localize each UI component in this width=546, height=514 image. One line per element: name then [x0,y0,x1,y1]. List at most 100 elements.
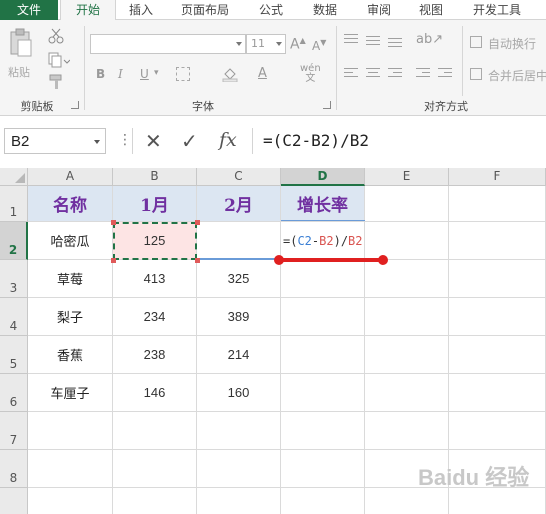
cell-b4[interactable]: 234 [113,298,197,336]
cell-c8[interactable] [197,450,281,488]
cell-b5[interactable]: 238 [113,336,197,374]
column-header-b[interactable]: B [113,168,197,186]
tab-file[interactable]: 文件 [0,0,58,20]
cell-c2[interactable] [197,222,281,260]
cell-d4[interactable] [281,298,365,336]
align-center-icon[interactable] [366,68,380,80]
tab-page-layout[interactable]: 页面布局 [172,0,238,20]
range-handle[interactable] [111,220,116,225]
merge-center-button[interactable]: 合并后居中 [470,66,546,84]
cell-c7[interactable] [197,412,281,450]
row-header-2[interactable]: 2 [0,222,28,260]
cell-b7[interactable] [113,412,197,450]
cell-d8[interactable] [281,450,365,488]
tab-developer[interactable]: 开发工具 [462,0,532,20]
row-header-1[interactable]: 1 [0,186,28,222]
bold-button[interactable]: B [96,67,105,81]
range-handle[interactable] [111,258,116,263]
cell-e2[interactable] [365,222,449,260]
borders-icon[interactable] [176,67,190,81]
cell-a6[interactable]: 车厘子 [28,374,113,412]
row-header-6[interactable]: 6 [0,374,28,412]
row-header-5[interactable]: 5 [0,336,28,374]
cell-d5[interactable] [281,336,365,374]
cell-d3[interactable] [281,260,365,298]
tab-insert[interactable]: 插入 [118,0,164,20]
cell-c6[interactable]: 160 [197,374,281,412]
cell-e3[interactable] [365,260,449,298]
row-header-4[interactable]: 4 [0,298,28,336]
clipboard-launcher-icon[interactable] [71,101,79,109]
tab-home[interactable]: 开始 [60,0,116,21]
insert-function-icon[interactable]: fx [219,129,237,151]
cell-f2[interactable] [449,222,546,260]
decrease-indent-icon[interactable] [416,68,430,80]
column-header-a[interactable]: A [28,168,113,186]
cell-e7[interactable] [365,412,449,450]
cell-f3[interactable] [449,260,546,298]
cell-c1[interactable]: 2月 [197,186,281,222]
column-header-f[interactable]: F [449,168,546,186]
cell-b9[interactable] [113,488,197,514]
cancel-icon[interactable]: ✕ [145,129,162,153]
chevron-down-icon[interactable]: ▾ [154,68,159,78]
chevron-down-icon[interactable] [94,140,100,144]
tab-data[interactable]: 数据 [302,0,348,20]
row-header-3[interactable]: 3 [0,260,28,298]
cell-d9[interactable] [281,488,365,514]
phonetic-button[interactable]: wén 文 [300,64,321,84]
cell-a5[interactable]: 香蕉 [28,336,113,374]
cell-c9[interactable] [197,488,281,514]
italic-button[interactable]: I [118,67,123,81]
font-name-combo[interactable] [90,34,246,54]
column-header-d[interactable]: D [281,168,365,186]
fill-color-icon[interactable] [222,66,238,83]
cell-a1[interactable]: 名称 [28,186,113,222]
format-painter-icon[interactable] [48,74,64,90]
row-header-7[interactable]: 7 [0,412,28,450]
cell-f6[interactable] [449,374,546,412]
cell-e6[interactable] [365,374,449,412]
cell-b6[interactable]: 146 [113,374,197,412]
cell-a8[interactable] [28,450,113,488]
font-launcher-icon[interactable] [323,101,331,109]
more-icon[interactable]: ⋮ [118,132,132,148]
cell-c4[interactable]: 389 [197,298,281,336]
cell-a3[interactable]: 草莓 [28,260,113,298]
cell-d2-editing[interactable]: =(C2- B2)/B2 [281,222,365,260]
copy-icon[interactable] [48,52,70,68]
cell-f5[interactable] [449,336,546,374]
align-bottom-icon[interactable] [388,34,402,47]
tab-view[interactable]: 视图 [408,0,454,20]
select-all-button[interactable] [0,168,28,186]
cell-b3[interactable]: 413 [113,260,197,298]
cell-d7[interactable] [281,412,365,450]
cell-d6[interactable] [281,374,365,412]
cell-a7[interactable] [28,412,113,450]
cell-b2[interactable]: 125 [113,222,197,260]
wrap-text-button[interactable]: 自动换行 [470,34,546,52]
align-top-icon[interactable] [344,34,358,46]
name-box[interactable]: B2 [4,128,106,154]
orientation-icon[interactable]: ab↗ [416,32,443,47]
font-color-button[interactable]: A [258,66,267,81]
underline-button[interactable]: U [140,67,149,81]
cell-f4[interactable] [449,298,546,336]
font-size-combo[interactable]: 11 [246,34,286,54]
cell-c3[interactable]: 325 [197,260,281,298]
cell-a2[interactable]: 哈密瓜 [28,222,113,260]
cell-f1[interactable] [449,186,546,222]
formula-input[interactable]: =(C2-B2)/B2 [252,128,546,154]
column-header-c[interactable]: C [197,168,281,186]
align-middle-icon[interactable] [366,34,380,46]
cell-f7[interactable] [449,412,546,450]
tab-formulas[interactable]: 公式 [248,0,294,20]
cell-a4[interactable]: 梨子 [28,298,113,336]
align-right-icon[interactable] [388,68,402,80]
row-header-8[interactable]: 8 [0,450,28,488]
enter-icon[interactable]: ✓ [181,129,198,153]
cut-icon[interactable] [48,28,64,44]
grow-font-icon[interactable]: A▲ [290,36,306,53]
column-header-e[interactable]: E [365,168,449,186]
cell-e1[interactable] [365,186,449,222]
